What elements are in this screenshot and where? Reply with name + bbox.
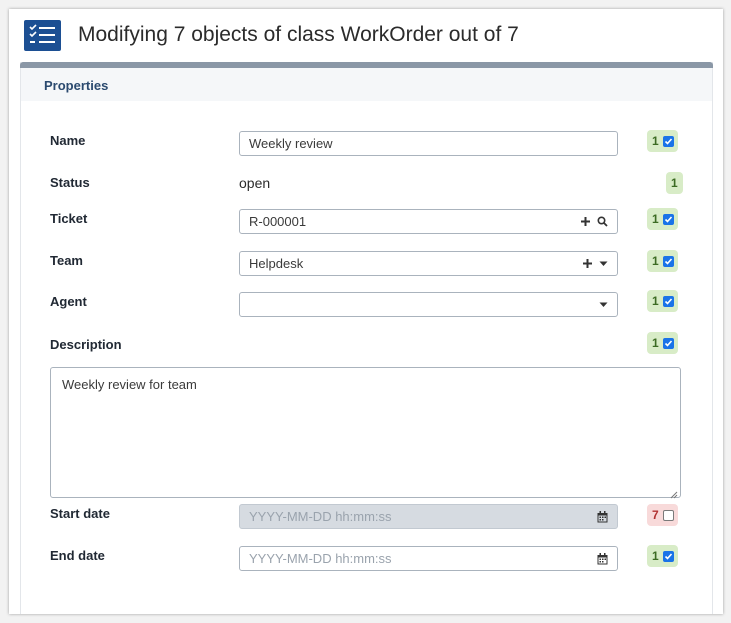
team-checkbox[interactable] [662,255,674,267]
start-date-checkbox[interactable] [662,509,674,521]
status-count-badge: 1 [666,172,683,194]
ticket-input[interactable]: R-000001 [239,209,618,234]
team-count: 1 [652,254,659,268]
end-date-input[interactable]: YYYY-MM-DD hh:mm:ss [239,546,618,571]
end-date-label: End date [50,548,105,563]
end-date-count: 1 [652,549,659,563]
description-textarea-value: Weekly review for team [62,377,197,392]
team-count-badge: 1 [647,250,678,272]
agent-checkbox[interactable] [662,295,674,307]
ticket-checkbox[interactable] [662,213,674,225]
ticket-input-value: R-000001 [249,214,307,229]
caret-down-icon[interactable] [599,302,608,308]
plus-icon[interactable] [580,216,591,227]
start-date-input[interactable]: YYYY-MM-DD hh:mm:ss [239,504,618,529]
description-label: Description [50,337,122,352]
agent-label: Agent [50,294,87,309]
description-textarea[interactable]: Weekly review for team [50,367,681,499]
ticket-label: Ticket [50,211,88,226]
modify-dialog: Modifying 7 objects of class WorkOrder o… [9,9,723,614]
page-header: Modifying 7 objects of class WorkOrder o… [9,9,723,65]
calendar-icon[interactable] [597,552,608,565]
name-checkbox[interactable] [662,135,674,147]
description-count: 1 [652,336,659,350]
name-count: 1 [652,134,659,148]
panel-title: Properties [44,78,109,93]
calendar-icon[interactable] [597,510,608,523]
agent-select[interactable] [239,292,618,317]
start-date-count: 7 [652,508,659,522]
plus-icon[interactable] [582,258,593,269]
caret-down-icon[interactable] [599,261,608,267]
panel-header: Properties [21,68,712,101]
description-checkbox[interactable] [662,337,674,349]
name-label: Name [50,133,86,148]
team-select[interactable]: Helpdesk [239,251,618,276]
description-count-badge: 1 [647,332,678,354]
status-count: 1 [671,176,678,190]
start-date-placeholder: YYYY-MM-DD hh:mm:ss [249,509,392,524]
status-value: open [239,175,271,191]
status-label: Status [50,175,90,190]
list-checks-icon [24,20,61,51]
team-label: Team [50,253,83,268]
search-icon[interactable] [597,216,608,227]
name-count-badge: 1 [647,130,678,152]
start-date-label: Start date [50,506,110,521]
resize-grip-icon[interactable] [670,487,678,499]
agent-count-badge: 1 [647,290,678,312]
agent-count: 1 [652,294,659,308]
name-input[interactable]: Weekly review [239,131,618,156]
name-input-value: Weekly review [249,136,333,151]
ticket-count: 1 [652,212,659,226]
page-title: Modifying 7 objects of class WorkOrder o… [78,23,519,46]
ticket-count-badge: 1 [647,208,678,230]
start-date-count-badge: 7 [647,504,678,526]
team-select-value: Helpdesk [249,256,304,271]
end-date-placeholder: YYYY-MM-DD hh:mm:ss [249,551,392,566]
end-date-count-badge: 1 [647,545,678,567]
end-date-checkbox[interactable] [662,550,674,562]
